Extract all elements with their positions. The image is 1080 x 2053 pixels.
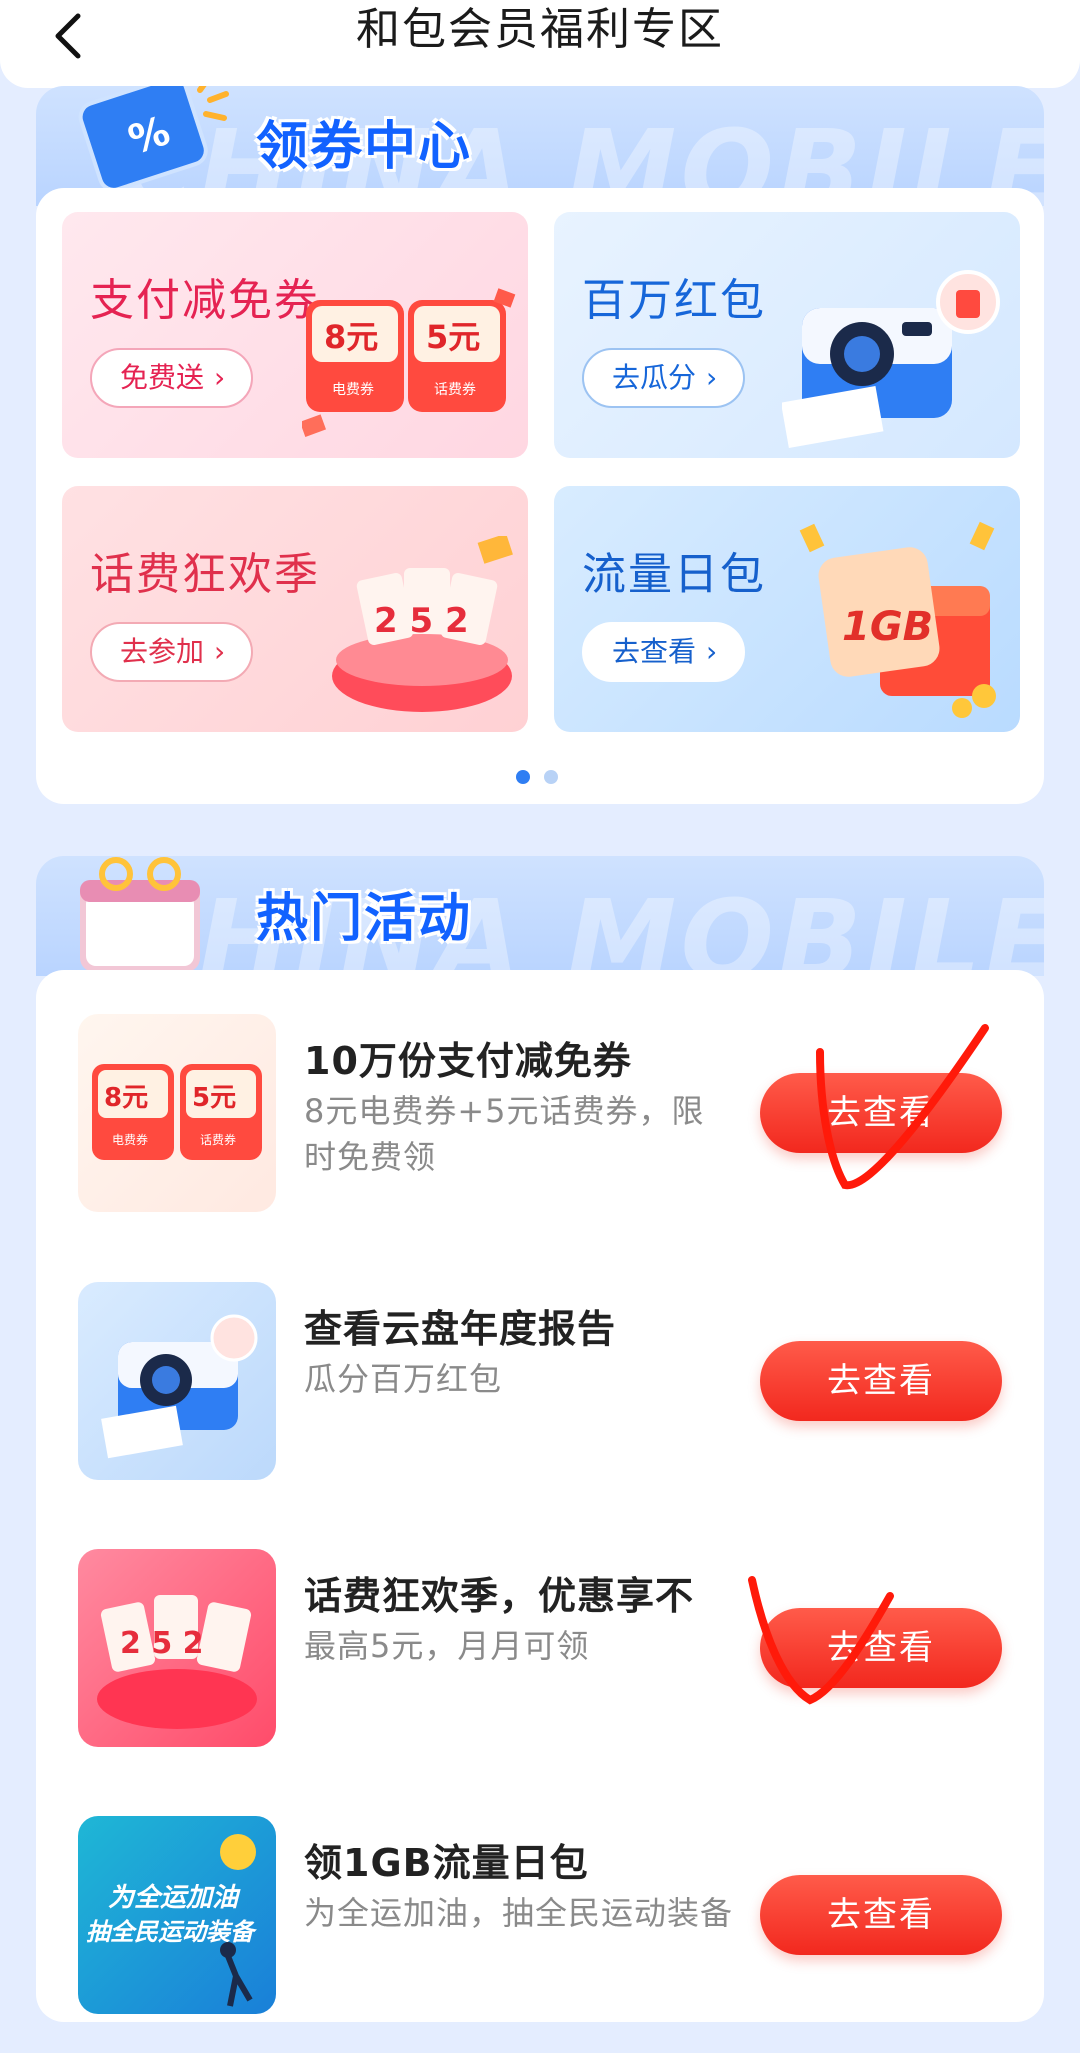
activity-thumbnail: 8元 5元 电费券 话费券 bbox=[78, 1014, 276, 1212]
activity-item-data-pack[interactable]: 为全运加油 抽全民运动装备 领1GB流量日包 为全运加油，抽全民运动装备 去查看 bbox=[78, 1816, 1002, 2016]
thumb-5yuan: 5元 bbox=[192, 1083, 236, 1113]
activity-item-phone-bill-carnival[interactable]: 2 5 2 话费狂欢季，优惠享不 最高5元，月月可领 去查看 bbox=[78, 1549, 1002, 1749]
tile-title: 流量日包 bbox=[582, 549, 766, 600]
activity-thumbnail: 为全运加油 抽全民运动装备 bbox=[78, 1816, 276, 2014]
data-1gb: 1GB bbox=[842, 604, 933, 650]
activity-thumbnail bbox=[78, 1282, 276, 1480]
camera-illustration bbox=[782, 270, 1000, 448]
camera-thumbnail-art bbox=[101, 1314, 258, 1459]
activity-item-cloud-report[interactable]: 查看云盘年度报告 瓜分百万红包 去查看 bbox=[78, 1282, 1002, 1482]
chevron-right-icon: › bbox=[706, 361, 718, 394]
activity-description: 8元电费券+5元话费券，限时免费领 bbox=[304, 1092, 705, 1176]
activity-item-payment-coupon[interactable]: 8元 5元 电费券 话费券 10万份支付减免券 8元电费券+5元话费券，限时免费… bbox=[78, 1014, 1002, 1214]
coupon-5yuan: 5元 bbox=[426, 318, 480, 356]
coupon-tile-data-pack[interactable]: 流量日包 去查看 › 1GB bbox=[554, 486, 1020, 732]
activity-title: 查看云盘年度报告 bbox=[304, 1307, 617, 1351]
free-send-button[interactable]: 免费送 › bbox=[90, 348, 254, 408]
chevron-right-icon: › bbox=[214, 635, 226, 668]
header-watermark: CHINA MOBILE bbox=[113, 876, 1044, 976]
top-nav-bar: 和包会员福利专区 bbox=[0, 0, 1080, 88]
carousel-indicator[interactable] bbox=[516, 770, 558, 784]
carousel-dot[interactable] bbox=[544, 770, 558, 784]
button-label: 免费送 bbox=[120, 361, 205, 394]
activity-title: 10万份支付减免券 bbox=[304, 1039, 632, 1083]
thumb-line2: 抽全民运动装备 bbox=[86, 1918, 258, 1946]
carousel-dot-active[interactable] bbox=[516, 770, 530, 784]
hot-activities-header: CHINA MOBILE 热门活动 bbox=[36, 856, 1044, 976]
join-button[interactable]: 去参加 › bbox=[90, 622, 254, 682]
activity-title: 领1GB流量日包 bbox=[304, 1841, 589, 1885]
button-label: 去参加 bbox=[120, 635, 205, 668]
chevron-right-icon: › bbox=[706, 635, 718, 668]
activity-description: 最高5元，月月可领 bbox=[304, 1627, 590, 1665]
button-label: 去查看 bbox=[612, 635, 697, 668]
view-button[interactable]: 去查看 bbox=[760, 1341, 1002, 1421]
gift-box-illustration: 2 5 2 bbox=[332, 536, 513, 712]
thumb-line1: 为全运加油 bbox=[108, 1883, 241, 1913]
coupon-label-electric: 电费券 bbox=[332, 382, 374, 398]
coupon-label-phone: 话费券 bbox=[434, 382, 476, 398]
page-title: 和包会员福利专区 bbox=[356, 4, 724, 55]
coupon-thumbnail-art: 8元 5元 电费券 话费券 bbox=[92, 1064, 262, 1160]
thumb-label-electric: 电费券 bbox=[112, 1132, 148, 1147]
chevron-right-icon: › bbox=[214, 361, 226, 394]
coupon-center-title: 领券中心 bbox=[256, 117, 473, 177]
activity-title: 话费狂欢季，优惠享不 bbox=[304, 1574, 695, 1618]
activity-description: 瓜分百万红包 bbox=[304, 1360, 503, 1398]
button-label: 去瓜分 bbox=[612, 361, 697, 394]
coupon-center-card: 支付减免券 免费送 › 8元 5元 电费券 话费券 百万红包 去瓜分 › 话费狂… bbox=[36, 188, 1044, 804]
coupon-pair-illustration: 8元 5元 电费券 话费券 bbox=[302, 288, 516, 437]
gift-thumbnail-art: 2 5 2 bbox=[97, 1595, 257, 1729]
prize-numbers: 2 5 2 bbox=[374, 601, 469, 641]
activity-thumbnail: 2 5 2 bbox=[78, 1549, 276, 1747]
hot-activities-title: 热门活动 bbox=[256, 889, 473, 949]
coupon-tile-payment-discount[interactable]: 支付减免券 免费送 › 8元 5元 电费券 话费券 bbox=[62, 212, 528, 458]
view-button[interactable]: 去查看 bbox=[760, 1073, 1002, 1153]
view-button[interactable]: 去查看 bbox=[760, 1875, 1002, 1955]
tile-title: 支付减免券 bbox=[90, 275, 320, 326]
coupon-ticket-icon: % bbox=[78, 86, 229, 192]
activity-description: 为全运加油，抽全民运动装备 bbox=[304, 1894, 734, 1932]
go-share-button[interactable]: 去瓜分 › bbox=[582, 348, 746, 408]
thumb-label-phone: 话费券 bbox=[200, 1132, 236, 1147]
view-button[interactable]: 去查看 bbox=[760, 1608, 1002, 1688]
treasure-chest-illustration: 1GB bbox=[799, 521, 996, 718]
coupon-8yuan: 8元 bbox=[324, 318, 378, 356]
tile-title: 百万红包 bbox=[582, 275, 766, 326]
coupon-tile-red-packet[interactable]: 百万红包 去瓜分 › bbox=[554, 212, 1020, 458]
thumb-8yuan: 8元 bbox=[104, 1083, 148, 1113]
view-button[interactable]: 去查看 › bbox=[582, 622, 746, 682]
coupon-tile-phone-bill-carnival[interactable]: 话费狂欢季 去参加 › 2 5 2 bbox=[62, 486, 528, 732]
tile-title: 话费狂欢季 bbox=[90, 549, 320, 600]
calendar-icon bbox=[80, 857, 200, 972]
svg-text:2 5 2: 2 5 2 bbox=[120, 1626, 204, 1661]
sports-thumbnail-art: 为全运加油 抽全民运动装备 bbox=[86, 1834, 258, 2007]
